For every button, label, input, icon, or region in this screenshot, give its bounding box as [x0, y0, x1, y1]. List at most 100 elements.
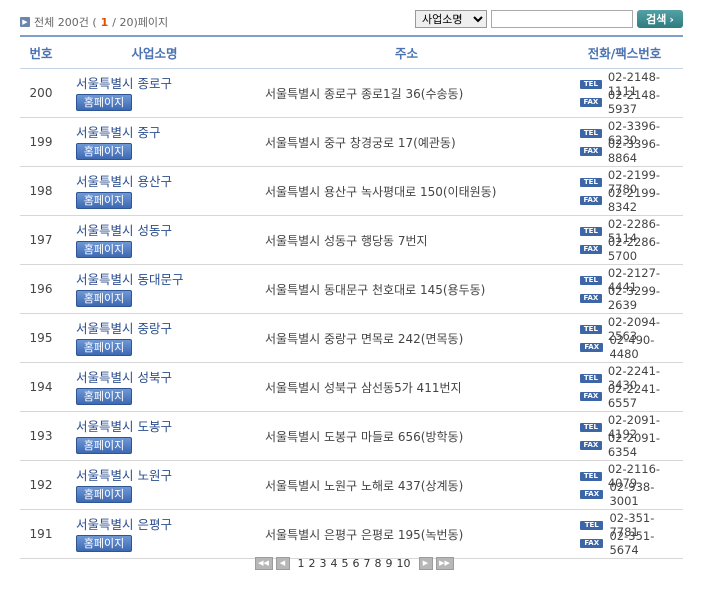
phone-cell: TEL 02-2199-7780 FAX 02-2199-8342	[566, 166, 683, 216]
row-number: 200	[20, 68, 62, 118]
fax-icon: FAX	[580, 146, 602, 156]
row-number: 199	[20, 117, 62, 167]
page-link[interactable]: 3	[319, 557, 328, 570]
office-cell: 서울특별시 도봉구 홈페이지	[62, 411, 247, 461]
next-page-icon[interactable]: ▶	[418, 557, 433, 570]
fax-number: 02-490-4480	[609, 333, 655, 361]
homepage-button[interactable]: 홈페이지	[76, 142, 132, 160]
tel-icon: TEL	[580, 128, 602, 138]
office-name-link[interactable]: 서울특별시 노원구	[76, 468, 246, 484]
address-cell: 서울특별시 동대문구 천호대로 145(용두동)	[247, 264, 566, 314]
page-link[interactable]: 1	[297, 557, 306, 570]
office-cell: 서울특별시 동대문구 홈페이지	[62, 264, 247, 314]
fax-number: 02-2199-8342	[607, 186, 661, 214]
row-number: 194	[20, 362, 62, 412]
office-name-link[interactable]: 서울특별시 동대문구	[76, 272, 246, 288]
column-header-phone: 전화/팩스번호	[566, 35, 683, 69]
page-link[interactable]: 7	[363, 557, 372, 570]
search-field-select[interactable]: 사업소명	[415, 10, 487, 28]
homepage-button[interactable]: 홈페이지	[76, 93, 132, 111]
homepage-button[interactable]: 홈페이지	[76, 534, 132, 552]
phone-cell: TEL 02-2116-4079 FAX 02-938-3001	[566, 460, 683, 510]
office-cell: 서울특별시 중랑구 홈페이지	[62, 313, 247, 363]
tel-icon: TEL	[580, 471, 602, 481]
homepage-button[interactable]: 홈페이지	[76, 191, 132, 209]
result-summary: ▶ 전체 200건 (1 / 20)페이지	[20, 14, 168, 30]
address-cell: 서울특별시 도봉구 마들로 656(방학동)	[247, 411, 566, 461]
office-cell: 서울특별시 성동구 홈페이지	[62, 215, 247, 265]
phone-cell: TEL 02-2094-2563 FAX 02-490-4480	[566, 313, 683, 363]
address-cell: 서울특별시 성북구 삼선동5가 411번지	[247, 362, 566, 412]
page-link[interactable]: 9	[385, 557, 394, 570]
fax-icon: FAX	[580, 440, 602, 450]
office-name-link[interactable]: 서울특별시 종로구	[76, 76, 246, 92]
office-cell: 서울특별시 종로구 홈페이지	[62, 68, 247, 118]
tel-icon: TEL	[580, 373, 602, 383]
page-link[interactable]: 2	[308, 557, 317, 570]
last-page-icon[interactable]: ▶▶	[435, 557, 454, 570]
page-link[interactable]: 4	[330, 557, 339, 570]
column-header-address: 주소	[247, 35, 566, 69]
fax-icon: FAX	[580, 195, 602, 205]
first-page-icon[interactable]: ◀◀	[254, 557, 273, 570]
page-link[interactable]: 6	[352, 557, 361, 570]
phone-cell: TEL 02-2091-4192 FAX 02-2091-6354	[566, 411, 683, 461]
column-header-no: 번호	[20, 35, 62, 69]
address-cell: 서울특별시 중구 창경궁로 17(예관동)	[247, 117, 566, 167]
pagination: ◀◀ ◀ 1 2 3 4 5 6 7 8 9 10 ▶ ▶▶	[0, 557, 708, 570]
search-input[interactable]	[491, 10, 633, 28]
row-number: 197	[20, 215, 62, 265]
table-row: 191 서울특별시 은평구 홈페이지 서울특별시 은평구 은평로 195(녹번동) TE…	[20, 509, 683, 559]
fax-number: 02-3396-8864	[607, 137, 661, 165]
row-number: 195	[20, 313, 62, 363]
row-number: 191	[20, 509, 62, 559]
fax-icon: FAX	[580, 342, 604, 352]
homepage-button[interactable]: 홈페이지	[76, 387, 132, 405]
fax-icon: FAX	[580, 391, 602, 401]
tel-icon: TEL	[580, 177, 602, 187]
table-row: 193 서울특별시 도봉구 홈페이지 서울특별시 도봉구 마들로 656(방학동) TE…	[20, 411, 683, 461]
address-cell: 서울특별시 은평구 은평로 195(녹번동)	[247, 509, 566, 559]
fax-number: 02-2148-5937	[607, 88, 661, 116]
page-link[interactable]: 10	[396, 557, 412, 570]
fax-number: 02-3299-2639	[607, 284, 661, 312]
homepage-button[interactable]: 홈페이지	[76, 338, 132, 356]
search-form: 사업소명 검색 ›	[415, 10, 683, 28]
address-cell: 서울특별시 용산구 녹사평대로 150(이태원동)	[247, 166, 566, 216]
prev-page-icon[interactable]: ◀	[275, 557, 290, 570]
table-row: 196 서울특별시 동대문구 홈페이지 서울특별시 동대문구 천호대로 145(용두동…	[20, 264, 683, 314]
fax-number: 02-2241-6557	[607, 382, 661, 410]
homepage-button[interactable]: 홈페이지	[76, 289, 132, 307]
homepage-button[interactable]: 홈페이지	[76, 436, 132, 454]
address-cell: 서울특별시 노원구 노해로 437(상계동)	[247, 460, 566, 510]
row-number: 196	[20, 264, 62, 314]
table-row: 198 서울특별시 용산구 홈페이지 서울특별시 용산구 녹사평대로 150(이태원동…	[20, 166, 683, 216]
office-name-link[interactable]: 서울특별시 성동구	[76, 223, 246, 239]
table-row: 195 서울특별시 중랑구 홈페이지 서울특별시 중랑구 면목로 242(면목동) TE…	[20, 313, 683, 363]
table-row: 194 서울특별시 성북구 홈페이지 서울특별시 성북구 삼선동5가 411번지 TEL…	[20, 362, 683, 412]
office-table: 번호 사업소명 주소 전화/팩스번호 200 서울특별시 종로구 홈페이지 서울특별시…	[20, 35, 683, 559]
office-name-link[interactable]: 서울특별시 성북구	[76, 370, 246, 386]
office-name-link[interactable]: 서울특별시 용산구	[76, 174, 246, 190]
phone-cell: TEL 02-351-7781 FAX 02-351-5674	[566, 509, 683, 559]
tel-icon: TEL	[580, 275, 602, 285]
homepage-button[interactable]: 홈페이지	[76, 240, 132, 258]
phone-cell: TEL 02-3396-6230 FAX 02-3396-8864	[566, 117, 683, 167]
homepage-button[interactable]: 홈페이지	[76, 485, 132, 503]
page-link[interactable]: 8	[374, 557, 383, 570]
address-cell: 서울특별시 성동구 행당동 7번지	[247, 215, 566, 265]
page-numbers: 1 2 3 4 5 6 7 8 9 10	[297, 557, 412, 570]
summary-prefix: 전체 200건 (	[34, 16, 97, 29]
office-name-link[interactable]: 서울특별시 도봉구	[76, 419, 246, 435]
bullet-arrow-icon: ▶	[20, 17, 30, 27]
search-button[interactable]: 검색 ›	[637, 10, 683, 28]
table-header-row: 번호 사업소명 주소 전화/팩스번호	[20, 35, 683, 69]
fax-icon: FAX	[580, 489, 604, 499]
office-name-link[interactable]: 서울특별시 은평구	[76, 517, 246, 533]
office-name-link[interactable]: 서울특별시 중구	[76, 125, 246, 141]
office-name-link[interactable]: 서울특별시 중랑구	[76, 321, 246, 337]
fax-icon: FAX	[580, 293, 602, 303]
fax-icon: FAX	[580, 97, 602, 107]
page-link[interactable]: 5	[341, 557, 350, 570]
table-row: 192 서울특별시 노원구 홈페이지 서울특별시 노원구 노해로 437(상계동) TE…	[20, 460, 683, 510]
